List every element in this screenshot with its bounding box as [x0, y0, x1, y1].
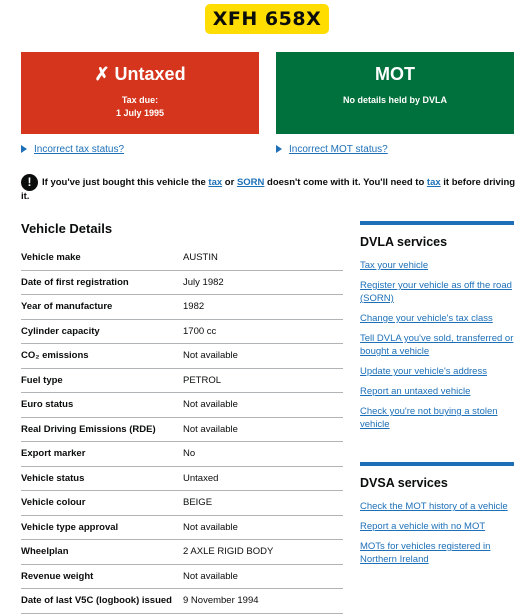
row-value: Not available	[183, 521, 238, 533]
row-key: Vehicle status	[21, 472, 85, 484]
table-row: Year of manufacture 1982	[21, 295, 343, 320]
table-row: Date of last V5C (logbook) issued 9 Novem…	[21, 589, 343, 614]
row-value: Not available	[183, 570, 238, 582]
row-key: Export marker	[21, 448, 86, 460]
row-value: AUSTIN	[183, 252, 218, 264]
dvla-link-report-untaxed[interactable]: Report an untaxed vehicle	[360, 385, 514, 398]
table-row: Vehicle make AUSTIN	[21, 246, 343, 271]
row-value: PETROL	[183, 374, 222, 386]
tax-due-date: 1 July 1995	[115, 108, 165, 118]
sorn-link[interactable]: SORN	[237, 177, 264, 188]
dvsa-link-ni-mot[interactable]: MOTs for vehicles registered in Northern…	[360, 540, 514, 566]
dvsa-services-heading: DVSA services	[360, 476, 448, 490]
row-key: Cylinder capacity	[21, 325, 100, 337]
vehicle-details-heading: Vehicle Details	[21, 221, 113, 236]
row-key: Wheelplan	[21, 546, 69, 558]
row-value: 1700 cc	[183, 325, 217, 337]
table-row: Date of first registration July 1982	[21, 271, 343, 295]
dvsa-link-mot-history[interactable]: Check the MOT history of a vehicle	[360, 500, 514, 513]
row-key: Date of last V5C (logbook) issued	[21, 595, 172, 607]
dvsa-services-panel: DVSA services Check the MOT history of a…	[360, 462, 514, 573]
incorrect-tax-link[interactable]: Incorrect tax status?	[34, 144, 124, 155]
dvla-link-address[interactable]: Update your vehicle's address	[360, 365, 514, 378]
warning-text: ! If you've just bought this vehicle the …	[21, 174, 516, 202]
dvla-link-tax-class[interactable]: Change your vehicle's tax class	[360, 312, 514, 325]
row-value: Untaxed	[183, 472, 219, 484]
number-plate: XFH 658X	[205, 4, 329, 34]
dvla-link-sold[interactable]: Tell DVLA you've sold, transferred or bo…	[360, 332, 514, 358]
mot-status-panel: MOT No details held by DVLA	[276, 52, 514, 134]
row-value: BEIGE	[183, 497, 213, 509]
tax-link[interactable]: tax	[208, 177, 222, 188]
dvsa-link-no-mot[interactable]: Report a vehicle with no MOT	[360, 520, 514, 533]
dvla-link-tax[interactable]: Tax your vehicle	[360, 259, 514, 272]
tax-due-label: Tax due:	[121, 95, 159, 105]
table-row: Fuel type PETROL	[21, 369, 343, 393]
triangle-right-icon	[276, 145, 282, 154]
incorrect-mot-link[interactable]: Incorrect MOT status?	[289, 144, 388, 155]
tax-status-panel: ✗ Untaxed Tax due: 1 July 1995	[21, 52, 259, 134]
table-row: Revenue weight Not available	[21, 565, 343, 589]
triangle-right-icon	[21, 145, 27, 154]
row-key: Vehicle make	[21, 252, 81, 264]
row-key: Date of first registration	[21, 276, 129, 288]
exclamation-icon: !	[21, 174, 38, 191]
row-key: Revenue weight	[21, 570, 94, 582]
cross-icon: ✗	[94, 64, 110, 84]
dvla-services-heading: DVLA services	[360, 235, 448, 249]
dvla-services-panel: DVLA services Tax your vehicle Register …	[360, 221, 514, 438]
mot-status-title: MOT	[375, 64, 415, 84]
table-row: Export marker No	[21, 442, 343, 467]
incorrect-mot-details[interactable]: Incorrect MOT status?	[276, 144, 388, 155]
table-row: Wheelplan 2 AXLE RIGID BODY	[21, 540, 343, 565]
row-key: Vehicle colour	[21, 497, 86, 509]
row-value: 1982	[183, 301, 205, 313]
dvla-link-sorn[interactable]: Register your vehicle as off the road (S…	[360, 279, 514, 305]
table-row: Cylinder capacity 1700 cc	[21, 320, 343, 344]
row-value: 9 November 1994	[183, 595, 259, 607]
row-value: Not available	[183, 423, 238, 435]
tax-link-2[interactable]: tax	[427, 177, 441, 188]
table-row: CO₂ emissions Not available	[21, 344, 343, 369]
table-row: Vehicle type approval Not available	[21, 516, 343, 540]
mot-status-text: No details held by DVLA	[342, 95, 447, 105]
incorrect-tax-details[interactable]: Incorrect tax status?	[21, 144, 124, 155]
row-value: Not available	[183, 350, 238, 362]
row-value: Not available	[183, 399, 238, 411]
row-key: Vehicle type approval	[21, 521, 119, 533]
row-key: Real Driving Emissions (RDE)	[21, 423, 156, 435]
row-key: Fuel type	[21, 374, 63, 386]
table-row: Vehicle status Untaxed	[21, 467, 343, 491]
row-key: Year of manufacture	[21, 301, 113, 313]
table-row: Vehicle colour BEIGE	[21, 491, 343, 516]
dvla-link-stolen[interactable]: Check you're not buying a stolen vehicle	[360, 405, 514, 431]
row-key: CO₂ emissions	[21, 350, 89, 362]
row-key: Euro status	[21, 399, 74, 411]
vehicle-details-table: Vehicle make AUSTIN Date of first registr…	[21, 246, 343, 614]
tax-status-title: Untaxed	[114, 64, 186, 84]
table-row: Real Driving Emissions (RDE) Not availabl…	[21, 418, 343, 442]
table-row: Euro status Not available	[21, 393, 343, 418]
row-value: 2 AXLE RIGID BODY	[183, 546, 274, 558]
row-value: No	[183, 448, 196, 460]
row-value: July 1982	[183, 276, 224, 288]
